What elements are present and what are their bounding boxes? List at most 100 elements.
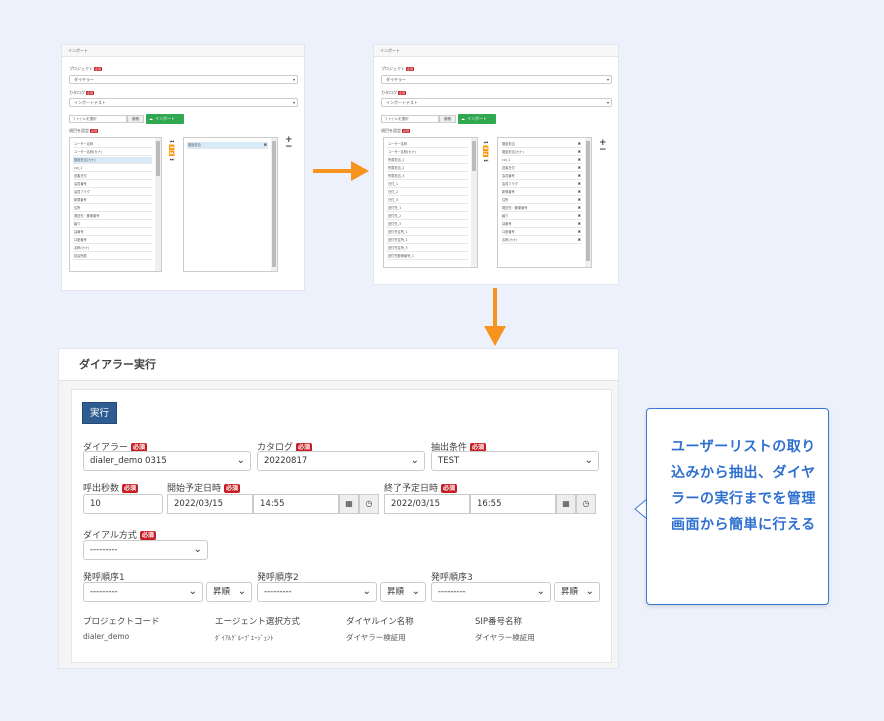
list-item[interactable]: 所属担当_1 xyxy=(387,157,468,164)
order2-select[interactable]: --------- ⌄ xyxy=(257,582,377,602)
list-item[interactable]: col_1 xyxy=(73,165,152,172)
list-item[interactable]: 名称(カナ) xyxy=(73,245,152,252)
end-time-input[interactable]: 16:55 xyxy=(470,494,556,514)
list-item[interactable]: 発送先・郵便番号 ✖ xyxy=(501,205,582,212)
list-item[interactable]: 送付先住所_2 xyxy=(387,237,468,244)
list-item[interactable]: 日付_3 xyxy=(387,197,468,204)
list-item[interactable]: 口座番号 ✖ xyxy=(501,229,582,236)
add-remove-buttons[interactable]: + − xyxy=(285,136,293,152)
source-column-list[interactable]: ユーザー名称 ユーザー名称(カナ) 所属担当_1 所属担当_2 所属担当_3 日付_1 日付… xyxy=(383,137,478,268)
project-select[interactable]: ダイヤラー xyxy=(381,75,612,84)
remove-icon[interactable]: ✖ xyxy=(578,141,581,147)
source-column-list[interactable]: ユーザー名称 ユーザー名称(カナ) 施設担当(カナ) col_1 送客日付 会員番号 会員フ… xyxy=(69,137,162,272)
list-item[interactable]: ユーザー名称 xyxy=(73,141,152,148)
catalog-select[interactable]: インポートテスト xyxy=(69,98,298,107)
remove-icon[interactable]: ✖ xyxy=(578,229,581,235)
list-item[interactable]: 会員フラグ ✖ xyxy=(501,181,582,188)
list-item[interactable]: 施設担当(カナ) xyxy=(73,157,152,164)
file-input[interactable]: ファイルを選択 xyxy=(69,115,127,123)
list-item[interactable]: ユーザー名称(カナ) xyxy=(387,149,468,156)
list-item[interactable]: 所属担当_2 xyxy=(387,165,468,172)
remove-icon[interactable]: ✖ xyxy=(578,213,581,219)
end-date-input[interactable]: 2022/03/15 xyxy=(384,494,470,514)
list-item[interactable]: 新規番号 ✖ xyxy=(501,189,582,196)
list-item[interactable]: 住所 ✖ xyxy=(501,197,582,204)
list-item[interactable]: 会員番号 ✖ xyxy=(501,173,582,180)
order3-direction-select[interactable]: 昇順 ⌄ xyxy=(554,582,600,602)
list-item[interactable]: ユーザー名称 xyxy=(387,141,468,148)
list-item[interactable]: 送付先_1 xyxy=(387,205,468,212)
list-item[interactable]: 繰り ✖ xyxy=(501,213,582,220)
remove-icon[interactable]: ✖ xyxy=(578,197,581,203)
remove-icon[interactable]: ✖ xyxy=(578,157,581,163)
clock-icon[interactable]: ◷ xyxy=(576,494,596,514)
remove-icon[interactable]: ✖ xyxy=(578,165,581,171)
list-item[interactable]: 送客日付 ✖ xyxy=(501,165,582,172)
list-item[interactable]: 施設担当 ✖ xyxy=(187,142,268,149)
dialer-select[interactable]: dialer_demo 0315 ⌄ xyxy=(83,451,251,471)
list-item[interactable]: 会員フラグ xyxy=(73,189,152,196)
target-column-list[interactable]: 施設担当 ✖ xyxy=(183,137,278,272)
order2-direction-select[interactable]: 昇順 ⌄ xyxy=(380,582,426,602)
file-input[interactable]: ファイルを選択 xyxy=(381,115,439,123)
start-time-input[interactable]: 14:55 xyxy=(253,494,339,514)
calendar-icon[interactable]: ▦ xyxy=(556,494,576,514)
list-item[interactable]: 会員番号 xyxy=(73,181,152,188)
chevron-down-icon: ⌄ xyxy=(410,455,419,466)
catalog-select[interactable]: 20220817 ⌄ xyxy=(257,451,425,471)
list-item[interactable]: 送付先住所_3 xyxy=(387,245,468,252)
list-item[interactable]: 住所 xyxy=(73,205,152,212)
list-item[interactable]: 送付先住所_1 xyxy=(387,229,468,236)
sip-value: ダイヤラー検証用 xyxy=(475,633,535,642)
list-item[interactable]: 送付先郵便番号_1 xyxy=(387,253,468,260)
project-select[interactable]: ダイヤラー xyxy=(69,75,298,84)
list-item[interactable]: 所属担当_3 xyxy=(387,173,468,180)
start-date-input[interactable]: 2022/03/15 xyxy=(167,494,253,514)
call-seconds-input[interactable]: 10 xyxy=(83,494,163,514)
catalog-select[interactable]: インポートテスト xyxy=(381,98,612,107)
list-item[interactable]: 施設担当 ✖ xyxy=(501,141,582,148)
list-item[interactable]: ユーザー名称(カナ) xyxy=(73,149,152,156)
list-item[interactable]: 日付_1 xyxy=(387,181,468,188)
move-arrows[interactable]: ⏮ ⏪ ⏩ ⏭ xyxy=(168,139,176,163)
dial-method-select[interactable]: --------- ⌄ xyxy=(83,540,208,560)
remove-icon[interactable]: ✖ xyxy=(578,181,581,187)
run-button[interactable]: 実行 xyxy=(82,402,117,424)
list-item[interactable]: 送客日付 xyxy=(73,173,152,180)
list-item[interactable]: 送付先_3 xyxy=(387,221,468,228)
add-remove-buttons[interactable]: + − xyxy=(599,139,607,155)
list-item[interactable]: 施設担当(カナ) ✖ xyxy=(501,149,582,156)
clock-icon[interactable]: ◷ xyxy=(359,494,379,514)
chevron-down-icon: ⌄ xyxy=(584,455,593,466)
list-item[interactable]: 発送先・郵便番号 xyxy=(73,213,152,220)
call-seconds-label: 呼出秒数 必須 xyxy=(83,484,139,494)
move-arrows[interactable]: ⏮ ⏪ ⏩ ⏭ xyxy=(482,140,490,164)
target-column-list[interactable]: 施設担当 ✖ 施設担当(カナ) ✖ col_1 ✖ 送客日付 ✖ 会員番号 ✖ 会員フラグ ✖ 新規番号… xyxy=(497,137,592,268)
remove-icon[interactable]: ✖ xyxy=(578,237,581,243)
remove-icon[interactable]: ✖ xyxy=(578,189,581,195)
calendar-icon[interactable]: ▦ xyxy=(339,494,359,514)
remove-icon[interactable]: ✖ xyxy=(264,142,267,148)
list-item[interactable]: col_1 ✖ xyxy=(501,157,582,164)
list-item[interactable]: 請番号 ✖ xyxy=(501,221,582,228)
import-button[interactable]: インポート xyxy=(458,114,496,124)
list-item[interactable]: 前会所属 xyxy=(73,253,152,260)
list-item[interactable]: 日付_2 xyxy=(387,189,468,196)
remove-icon[interactable]: ✖ xyxy=(578,205,581,211)
browse-button[interactable]: 参照 xyxy=(439,115,456,123)
order1-direction-select[interactable]: 昇順 ⌄ xyxy=(206,582,252,602)
list-item[interactable]: 名称(カナ) ✖ xyxy=(501,237,582,244)
remove-icon[interactable]: ✖ xyxy=(578,173,581,179)
list-item[interactable]: 請番号 xyxy=(73,229,152,236)
order3-select[interactable]: --------- ⌄ xyxy=(431,582,551,602)
import-button[interactable]: インポート xyxy=(146,114,184,124)
list-item[interactable]: 新規番号 xyxy=(73,197,152,204)
browse-button[interactable]: 参照 xyxy=(127,115,144,123)
remove-icon[interactable]: ✖ xyxy=(578,149,581,155)
remove-icon[interactable]: ✖ xyxy=(578,221,581,227)
list-item[interactable]: 送付先_2 xyxy=(387,213,468,220)
condition-select[interactable]: TEST ⌄ xyxy=(431,451,599,471)
list-item[interactable]: 口座番号 xyxy=(73,237,152,244)
list-item[interactable]: 繰り xyxy=(73,221,152,228)
order1-select[interactable]: --------- ⌄ xyxy=(83,582,203,602)
